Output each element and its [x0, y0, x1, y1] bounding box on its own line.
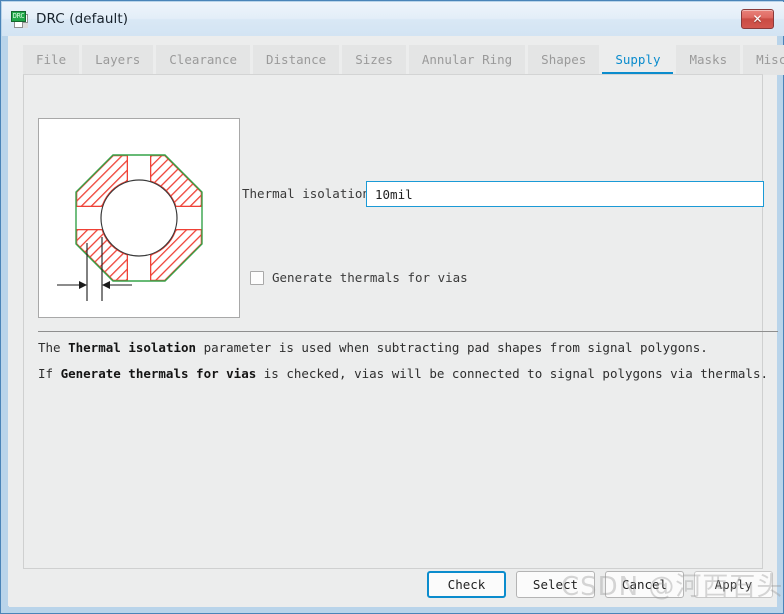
tab-misc[interactable]: Misc [743, 45, 784, 75]
title-bar: DRC DRC (default) ✕ [2, 2, 784, 36]
tab-bar: File Layers Clearance Distance Sizes Ann… [23, 41, 784, 75]
generate-thermals-row[interactable]: Generate thermals for vias [250, 270, 468, 285]
tab-shapes[interactable]: Shapes [528, 45, 600, 75]
generate-thermals-checkbox[interactable] [250, 270, 264, 285]
tab-supply[interactable]: Supply [602, 45, 674, 75]
desc2-bold: Generate thermals for vias [60, 366, 257, 381]
tab-layers[interactable]: Layers [82, 45, 154, 75]
thermal-isolation-input[interactable] [366, 181, 764, 207]
tab-masks[interactable]: Masks [676, 45, 741, 75]
description-line-1: The Thermal isolation parameter is used … [38, 340, 708, 355]
desc1-bold: Thermal isolation [68, 340, 197, 355]
close-button[interactable]: ✕ [741, 9, 774, 29]
desc1-pre: The [38, 340, 69, 355]
desc2-post: is checked, vias will be connected to si… [256, 366, 768, 381]
desc1-post: parameter is used when subtracting pad s… [196, 340, 708, 355]
tab-clearance[interactable]: Clearance [156, 45, 250, 75]
close-icon: ✕ [752, 12, 763, 26]
thermal-relief-hatching [59, 139, 219, 299]
tab-sizes[interactable]: Sizes [342, 45, 406, 75]
check-button[interactable]: Check [427, 571, 506, 598]
section-divider [38, 331, 778, 332]
thermal-isolation-field-row: Thermal isolation [242, 181, 764, 209]
generate-thermals-label: Generate thermals for vias [272, 270, 468, 285]
dialog-footer: Check Select Cancel Apply [9, 569, 777, 607]
drc-dialog-window: DRC DRC (default) ✕ File Layers Clearanc… [0, 0, 784, 614]
dialog-body: File Layers Clearance Distance Sizes Ann… [9, 36, 784, 607]
tab-distance[interactable]: Distance [253, 45, 340, 75]
window-title: DRC (default) [36, 11, 129, 27]
supply-tab-panel: Thermal isolation Generate thermals for … [23, 75, 778, 569]
description-line-2: If Generate thermals for vias is checked… [38, 366, 768, 381]
select-button[interactable]: Select [516, 571, 595, 598]
thermal-pad-svg [57, 137, 221, 301]
tab-file[interactable]: File [23, 45, 80, 75]
drc-icon-label: DRC [11, 11, 26, 22]
cancel-button[interactable]: Cancel [605, 571, 684, 598]
desc2-pre: If [38, 366, 61, 381]
thermal-isolation-diagram [38, 118, 240, 318]
thermal-isolation-label: Thermal isolation [242, 186, 370, 201]
apply-button[interactable]: Apply [694, 571, 773, 598]
drc-document-icon: DRC [11, 10, 30, 29]
tab-annular-ring[interactable]: Annular Ring [408, 45, 526, 75]
